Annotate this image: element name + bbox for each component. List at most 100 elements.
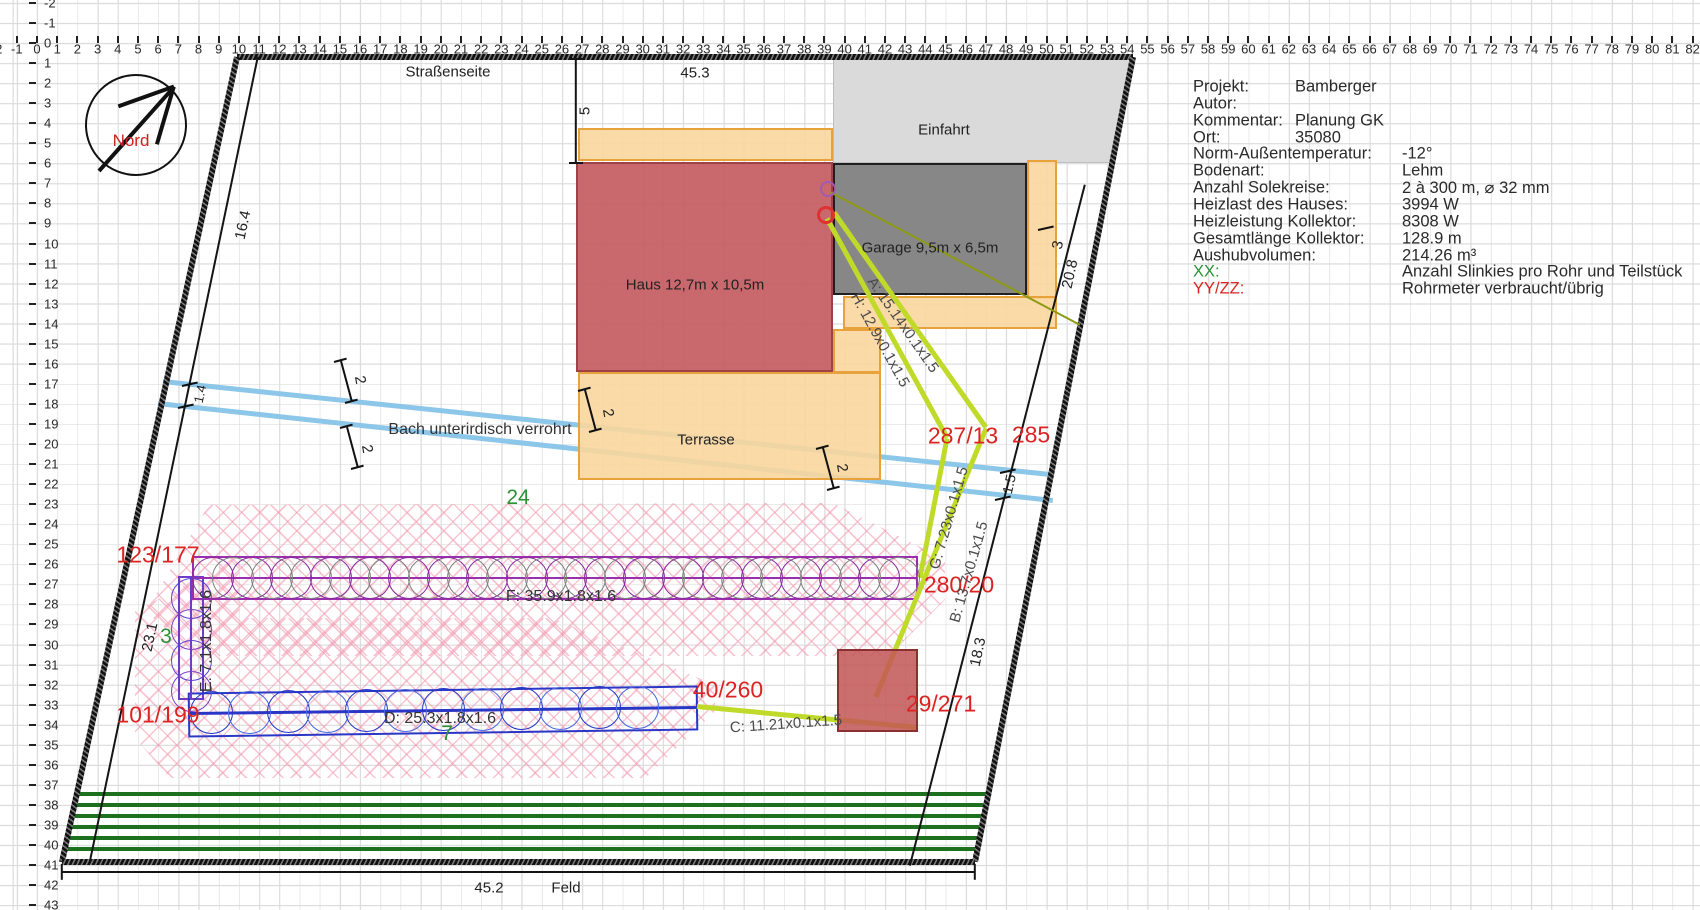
ruler-number-top: 57 <box>1181 42 1195 57</box>
ruler-tick-left <box>29 483 36 485</box>
ruler-tick-left <box>29 283 36 285</box>
ruler-tick-left <box>29 744 36 746</box>
ruler-number-top: 4 <box>114 42 121 57</box>
ruler-number-left: 28 <box>44 597 58 612</box>
stream-width-tick <box>346 426 359 467</box>
field-line <box>74 803 984 808</box>
stream-width-tick <box>351 465 364 470</box>
ruler-number-left: 31 <box>44 657 58 672</box>
ruler-number-top: 58 <box>1201 42 1215 57</box>
ruler-number-top: 63 <box>1302 42 1316 57</box>
slinky-d-coil <box>306 690 349 733</box>
ruler-number-top: 77 <box>1584 42 1598 57</box>
ruler-number-top: 81 <box>1665 42 1679 57</box>
stream-width-tick <box>827 486 840 491</box>
pipe-meters-d-end: 40/260 <box>693 677 763 704</box>
ruler-number-top: 56 <box>1160 42 1174 57</box>
garage-rect <box>833 163 1027 295</box>
garage-label: Garage 9,5m x 6,5m <box>862 240 999 257</box>
ruler-tick-left <box>29 62 36 64</box>
section-e-label: E: 7.1x1.8x1.6 <box>198 590 216 692</box>
ruler-number-top: 75 <box>1544 42 1558 57</box>
ruler-number-top: 66 <box>1362 42 1376 57</box>
orange-band-top <box>578 128 833 161</box>
field-line <box>72 814 982 819</box>
slinky-d-coil <box>345 689 388 732</box>
slinky-d-coil <box>616 686 659 729</box>
ruler-number-left: 11 <box>44 256 58 271</box>
ruler-tick-left <box>29 864 36 866</box>
ruler-number-top: 73 <box>1504 42 1518 57</box>
ruler-number-top: 74 <box>1524 42 1538 57</box>
terrace-label: Terrasse <box>677 432 735 449</box>
ruler-number-top: 64 <box>1322 42 1336 57</box>
ruler-number-top: 2 <box>74 42 81 57</box>
dim-line-setback-tick <box>569 162 583 164</box>
boundary-bottom <box>62 859 975 865</box>
ruler-number-left: 24 <box>44 517 58 532</box>
ruler-number-left: 43 <box>44 898 58 910</box>
driveway-area <box>833 59 1133 163</box>
ruler-tick-left <box>29 704 36 706</box>
stream-label: Bach unterirdisch verrohrt <box>388 421 571 439</box>
ruler-tick-left <box>29 142 36 144</box>
ruler-tick-left <box>29 42 36 44</box>
ruler-tick-left <box>29 202 36 204</box>
ruler-tick-left <box>29 724 36 726</box>
ruler-number-left: 3 <box>44 96 51 111</box>
ruler-number-left: 17 <box>44 376 58 391</box>
ruler-number-left: 9 <box>44 216 51 231</box>
ruler-number-left: 26 <box>44 557 58 572</box>
ruler-number-left: 25 <box>44 537 58 552</box>
ruler-number-left: 33 <box>44 697 58 712</box>
ruler-number-left: 40 <box>44 838 58 853</box>
ruler-number-left: 2 <box>44 76 51 91</box>
ruler-number-left: 23 <box>44 497 58 512</box>
ruler-number-top: 5 <box>134 42 141 57</box>
boundary-top <box>237 54 1133 60</box>
panel-row-value: Bamberger <box>1295 78 1377 97</box>
ruler-number-top: 60 <box>1241 42 1255 57</box>
ruler-number-left: 32 <box>44 677 58 692</box>
ruler-tick-left <box>29 323 36 325</box>
ruler-tick-left <box>29 824 36 826</box>
ruler-number-left: 29 <box>44 617 58 632</box>
connection-point-red <box>817 206 835 224</box>
ruler-tick-left <box>29 603 36 605</box>
ruler-number-left: 14 <box>44 316 58 331</box>
ruler-tick-left <box>29 122 36 124</box>
ruler-tick-left <box>29 764 36 766</box>
ruler-number-left: 30 <box>44 637 58 652</box>
ruler-number-top: 1 <box>54 42 61 57</box>
plan-canvas: Projekt:BambergerAutor:Kommentar:Planung… <box>0 0 1700 910</box>
dim-setback: 5 <box>577 107 594 115</box>
ruler-tick-left <box>29 243 36 245</box>
ruler-number-left: 15 <box>44 336 58 351</box>
connection-point-purple <box>820 181 836 197</box>
ruler-tick-left <box>29 82 36 84</box>
field-line <box>67 836 978 841</box>
ruler-number-top: 68 <box>1403 42 1417 57</box>
dim-bottom-width: 45.2 <box>474 880 503 897</box>
ruler-number-top: 9 <box>215 42 222 57</box>
ruler-tick-left <box>29 162 36 164</box>
dim-line-bottom <box>62 871 975 872</box>
slinky-d-coil <box>578 686 621 729</box>
ruler-tick-left <box>29 443 36 445</box>
ruler-number-top: 55 <box>1140 42 1154 57</box>
field-label: Feld <box>551 880 580 897</box>
dim-line-bottom-tick <box>61 864 63 880</box>
ruler-number-left: -2 <box>44 0 56 10</box>
ruler-tick-left <box>29 363 36 365</box>
ruler-tick-left <box>29 543 36 545</box>
field-line <box>69 825 980 830</box>
slinky-count-f: 24 <box>506 486 529 510</box>
ruler-tick-left <box>29 884 36 886</box>
ruler-number-left: 7 <box>44 176 51 191</box>
ruler-tick-left <box>29 904 36 906</box>
dim-stream-width: 2 <box>351 374 369 385</box>
slinky-d-coil <box>539 687 582 730</box>
ruler-number-left: 37 <box>44 777 58 792</box>
ruler-number-left: 1 <box>44 56 51 71</box>
ruler-number-left: 13 <box>44 296 58 311</box>
